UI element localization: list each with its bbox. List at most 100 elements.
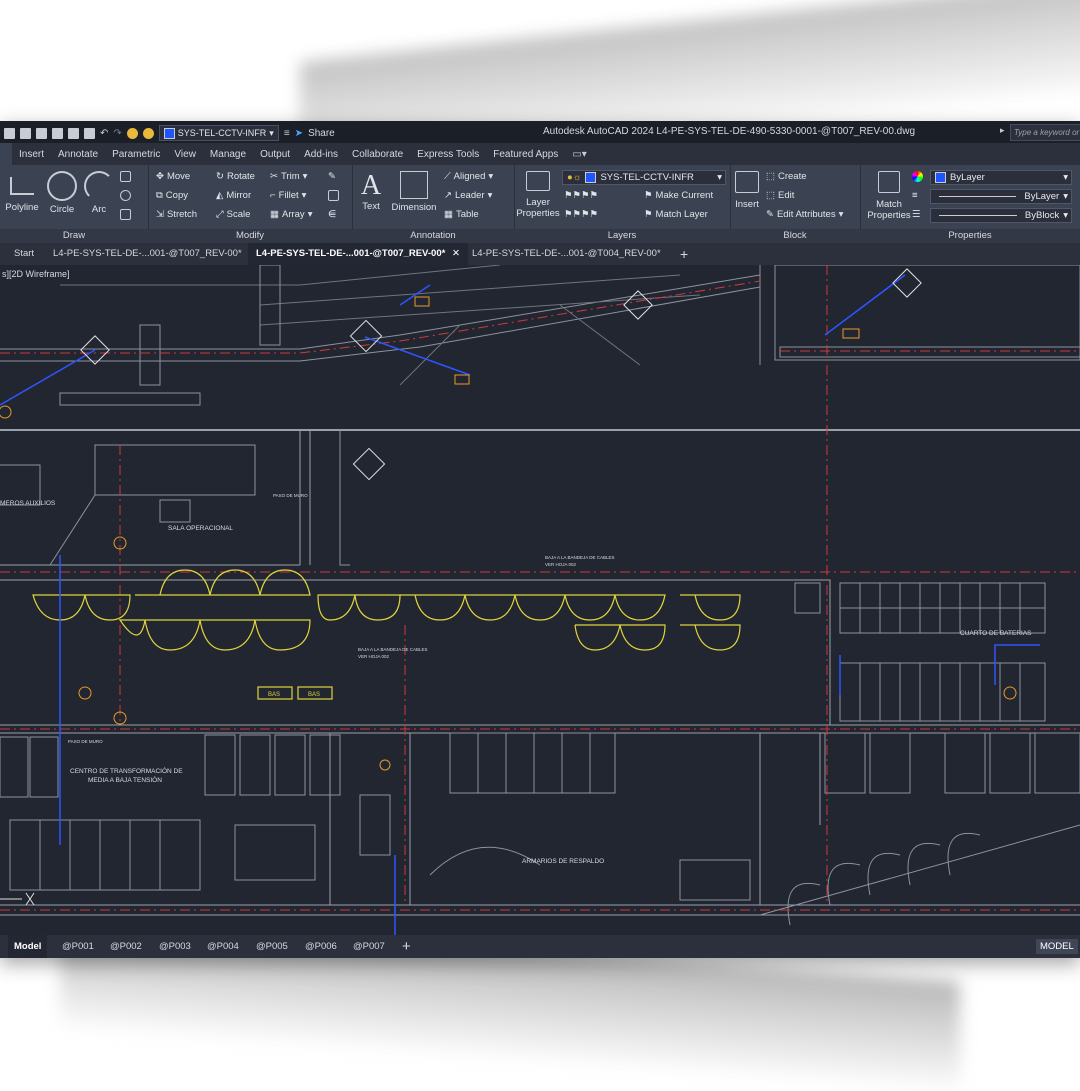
open-file-icon[interactable] xyxy=(20,127,31,139)
draw-panel-title[interactable]: Draw xyxy=(0,229,148,243)
tab-annotate[interactable]: Annotate xyxy=(51,149,105,160)
camera-icon[interactable] xyxy=(1003,686,1017,700)
rotate-button[interactable]: ↻ Rotate xyxy=(216,171,255,182)
block-panel-title[interactable]: Block xyxy=(730,229,860,243)
save-as-icon[interactable] xyxy=(52,127,63,139)
save-icon[interactable] xyxy=(36,127,47,139)
drawing-canvas[interactable]: MEROS AUXILIOS SALA OPERACIONAL CUARTO D… xyxy=(0,265,1080,935)
leader-button[interactable]: ↗ Leader ▾ xyxy=(444,190,492,201)
camera-icon[interactable] xyxy=(379,759,391,771)
layout-tab-p005[interactable]: @P005 xyxy=(256,935,288,958)
camera-markers[interactable] xyxy=(0,268,1017,771)
scale-button[interactable]: ⤢ Scale xyxy=(216,209,250,220)
hatch-tool[interactable] xyxy=(120,209,131,220)
trim-button[interactable]: ✂ Trim ▾ xyxy=(270,171,307,182)
share-button[interactable]: Share xyxy=(308,128,335,139)
redo-icon[interactable]: ↷ xyxy=(113,128,121,139)
light-bulb-icon[interactable] xyxy=(126,127,138,139)
modify-panel-title[interactable]: Modify xyxy=(148,229,352,243)
layers-panel-title[interactable]: Layers xyxy=(514,229,730,243)
annotation-panel-title[interactable]: Annotation xyxy=(352,229,514,243)
layer-tools-row-2[interactable]: ⚑⚑⚑⚑ xyxy=(564,209,598,220)
doc-tab-file-3[interactable]: L4-PE-SYS-TEL-DE-...001-@T004_REV-00* xyxy=(464,243,669,265)
copy-button[interactable]: ⧉ Copy xyxy=(156,190,188,201)
match-properties-button[interactable]: Match Properties xyxy=(864,171,914,221)
color-dropdown[interactable]: ByLayer ▾ xyxy=(930,170,1072,185)
polyline-button[interactable]: Polyline xyxy=(4,171,40,213)
layout-tab-p003[interactable]: @P003 xyxy=(159,935,191,958)
doc-tab-file-2[interactable]: L4-PE-SYS-TEL-DE-...001-@T007_REV-00* ✕ xyxy=(248,243,468,265)
erase-button[interactable]: ✎ xyxy=(328,171,336,182)
layout-tab-p007[interactable]: @P007 xyxy=(353,935,385,958)
camera-icon[interactable] xyxy=(892,268,922,298)
quick-layer-dropdown[interactable]: SYS-TEL-CCTV-INFR ▾ xyxy=(158,125,279,141)
doc-tab-start[interactable]: Start xyxy=(6,243,42,265)
camera-icon[interactable] xyxy=(454,374,470,385)
circle-button[interactable]: Circle xyxy=(44,171,80,215)
undo-icon[interactable]: ↶ xyxy=(100,128,108,139)
plot-icon[interactable] xyxy=(68,127,79,139)
ribbon-toggle-icon[interactable]: ▭▾ xyxy=(565,149,593,160)
layout-tab-p001[interactable]: @P001 xyxy=(62,935,94,958)
insert-block-button[interactable]: Insert xyxy=(732,171,762,210)
rectangle-tool[interactable] xyxy=(120,171,131,182)
layout-tab-p006[interactable]: @P006 xyxy=(305,935,337,958)
tab-express-tools[interactable]: Express Tools xyxy=(410,149,486,160)
doc-tab-file-1[interactable]: L4-PE-SYS-TEL-DE-...001-@T007_REV-00* xyxy=(45,243,250,265)
tab-parametric[interactable]: Parametric xyxy=(105,149,167,160)
arc-button[interactable]: Arc xyxy=(82,171,116,215)
mirror-button[interactable]: ◭ Mirror xyxy=(216,190,251,201)
model-space-button[interactable]: MODEL xyxy=(1036,939,1078,954)
linetype-dropdown[interactable]: ByLayer ▾ xyxy=(930,189,1072,204)
camera-icon[interactable] xyxy=(352,447,386,481)
tab-manage[interactable]: Manage xyxy=(203,149,253,160)
layer-dropdown[interactable]: ●☼ SYS-TEL-CCTV-INFR ▾ xyxy=(562,170,726,185)
tab-add-ins[interactable]: Add-ins xyxy=(297,149,345,160)
tab-output[interactable]: Output xyxy=(253,149,297,160)
tab-view[interactable]: View xyxy=(167,149,203,160)
create-block-button[interactable]: ⬚ Create xyxy=(766,171,807,182)
text-button[interactable]: A Text xyxy=(358,171,384,213)
floor-plan[interactable]: MEROS AUXILIOS SALA OPERACIONAL CUARTO D… xyxy=(0,265,1080,935)
share-icon[interactable]: ➤ xyxy=(295,128,303,139)
viewport-controls[interactable]: s][2D Wireframe] xyxy=(2,269,70,279)
new-file-icon[interactable] xyxy=(4,127,15,139)
aligned-button[interactable]: ⟋ Aligned ▾ xyxy=(444,171,493,182)
move-button[interactable]: ✥ Move xyxy=(156,171,190,182)
tab-home[interactable] xyxy=(0,143,12,165)
offset-button[interactable]: ⋹ xyxy=(328,209,336,220)
customize-icon[interactable]: ≡ xyxy=(284,128,290,139)
explode-button[interactable] xyxy=(328,190,339,201)
lineweight-dropdown[interactable]: ByBlock ▾ xyxy=(930,208,1072,223)
tab-featured-apps[interactable]: Featured Apps xyxy=(486,149,565,160)
new-tab-icon[interactable]: + xyxy=(672,243,696,265)
table-button[interactable]: ▦ Table xyxy=(444,209,479,220)
match-layer-button[interactable]: ⚑ Match Layer xyxy=(644,209,708,220)
close-icon[interactable]: ✕ xyxy=(452,248,460,259)
camera-icon[interactable] xyxy=(842,328,860,339)
edit-attributes-button[interactable]: ✎ Edit Attributes ▾ xyxy=(766,209,843,220)
layer-tools-row-1[interactable]: ⚑⚑⚑⚑ xyxy=(564,190,598,201)
layout-tab-p002[interactable]: @P002 xyxy=(110,935,142,958)
camera-icon[interactable] xyxy=(414,296,430,307)
dimension-button[interactable]: Dimension xyxy=(390,171,438,213)
make-current-button[interactable]: ⚑ Make Current xyxy=(644,190,713,201)
ellipse-tool[interactable] xyxy=(120,190,131,201)
array-button[interactable]: ▦ Array ▾ xyxy=(270,209,312,220)
camera-icon[interactable] xyxy=(0,405,12,419)
add-layout-icon[interactable]: + xyxy=(402,935,411,958)
camera-icon[interactable] xyxy=(78,686,92,700)
fillet-button[interactable]: ⌐ Fillet ▾ xyxy=(270,190,306,201)
stretch-button[interactable]: ⇲ Stretch xyxy=(156,209,197,220)
layout-tab-model[interactable]: Model xyxy=(8,935,48,958)
tab-insert[interactable]: Insert xyxy=(12,149,51,160)
tab-collaborate[interactable]: Collaborate xyxy=(345,149,410,160)
layer-properties-button[interactable]: Layer Properties xyxy=(516,171,560,219)
layout-tab-p004[interactable]: @P004 xyxy=(207,935,239,958)
edit-block-button[interactable]: ⬚ Edit xyxy=(766,190,794,201)
properties-panel-title[interactable]: Properties xyxy=(860,229,1080,243)
expand-icon[interactable]: ▸ xyxy=(1000,125,1005,136)
print-icon[interactable] xyxy=(84,127,95,139)
search-input[interactable]: Type a keyword or phrase xyxy=(1010,124,1080,141)
sun-icon[interactable] xyxy=(142,127,154,139)
